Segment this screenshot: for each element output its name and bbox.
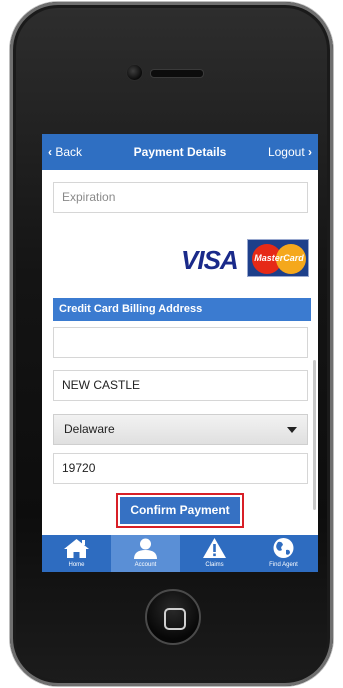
payment-form: Expiration VISA MasterCard Credit Card B… xyxy=(42,170,318,535)
tab-account-label: Account xyxy=(134,562,157,568)
billing-section-header: Credit Card Billing Address xyxy=(53,298,311,321)
state-select[interactable]: Delaware xyxy=(53,414,308,445)
tab-find-agent-label: Find Agent xyxy=(269,562,298,568)
logout-button[interactable]: Logout › xyxy=(268,145,312,159)
account-icon xyxy=(134,538,157,559)
dropdown-arrow-icon xyxy=(287,427,297,433)
visa-logo: VISA xyxy=(181,245,239,275)
nav-header: ‹ Back Payment Details Logout › xyxy=(42,134,318,170)
mastercard-logo: MasterCard xyxy=(247,239,309,277)
tab-claims-label: Claims xyxy=(205,562,224,568)
tab-home[interactable]: Home xyxy=(42,535,111,572)
state-select-value: Delaware xyxy=(64,422,115,436)
scrollbar[interactable] xyxy=(313,360,316,510)
warning-icon xyxy=(203,538,226,558)
accepted-cards: VISA MasterCard xyxy=(181,239,311,277)
chevron-right-icon: › xyxy=(308,145,312,159)
confirm-payment-label: Confirm Payment xyxy=(120,497,240,524)
zip-field[interactable]: 19720 xyxy=(53,453,308,484)
app-screen: ‹ Back Payment Details Logout › Expirati… xyxy=(42,134,318,572)
tab-account[interactable]: Account xyxy=(111,535,180,572)
tab-claims[interactable]: Claims xyxy=(180,535,249,572)
tab-find-agent[interactable]: Find Agent xyxy=(249,535,318,572)
camera-lens xyxy=(126,64,143,81)
bottom-tab-bar: Home Account Claims Find Agent xyxy=(42,535,318,572)
globe-icon xyxy=(273,538,294,558)
mastercard-text: MasterCard xyxy=(254,253,304,263)
confirm-payment-button[interactable]: Confirm Payment xyxy=(116,493,244,528)
city-field[interactable]: NEW CASTLE xyxy=(53,370,308,401)
tab-home-label: Home xyxy=(68,562,85,568)
home-icon xyxy=(64,539,89,558)
home-square-icon xyxy=(164,608,186,630)
address-field[interactable] xyxy=(53,327,308,358)
logout-label: Logout xyxy=(267,145,305,159)
speaker-grille xyxy=(150,69,204,78)
home-hardware-button[interactable] xyxy=(145,589,201,645)
expiration-field[interactable]: Expiration xyxy=(53,182,308,213)
